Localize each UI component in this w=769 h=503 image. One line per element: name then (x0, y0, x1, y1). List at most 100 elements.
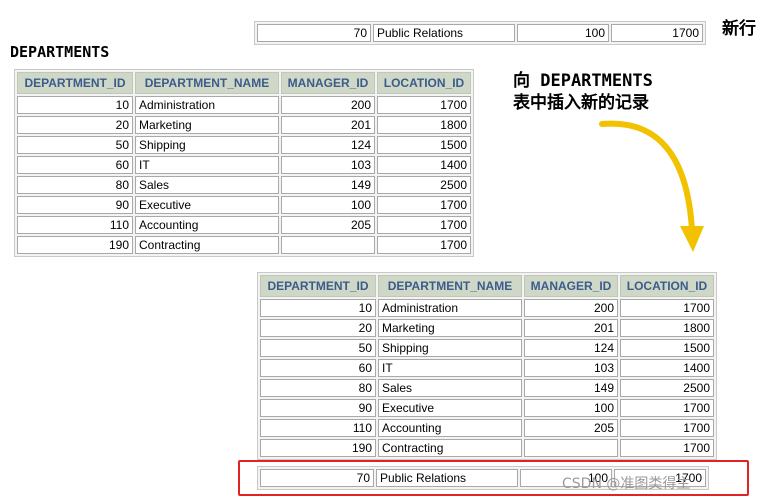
table-row: 20 Marketing 201 1800 (17, 116, 471, 134)
table-row: 190 Contracting 1700 (17, 236, 471, 254)
header-location-id: LOCATION_ID (620, 275, 714, 297)
header-manager-id: MANAGER_ID (281, 72, 375, 94)
cell-department-name: Sales (135, 176, 279, 194)
cell-department-id: 60 (260, 359, 376, 377)
cell-department-name: Contracting (378, 439, 522, 457)
cell-manager-id (281, 236, 375, 254)
cell-department-name: Administration (378, 299, 522, 317)
new-row-top: 70 Public Relations 100 1700 (254, 21, 706, 45)
cell-location-id: 1700 (620, 419, 714, 437)
cell-department-name: Accounting (378, 419, 522, 437)
cell-manager-id: 200 (281, 96, 375, 114)
departments-table-before: DEPARTMENT_ID DEPARTMENT_NAME MANAGER_ID… (14, 69, 474, 257)
table-row: 80 Sales 149 2500 (260, 379, 714, 397)
cell-department-id: 10 (260, 299, 376, 317)
cell-manager-id: 124 (524, 339, 618, 357)
cell-department-name: Executive (378, 399, 522, 417)
cell-department-id: 20 (260, 319, 376, 337)
cell-manager-id: 149 (281, 176, 375, 194)
cell-department-id: 60 (17, 156, 133, 174)
cell-location-id: 1800 (620, 319, 714, 337)
header-row: DEPARTMENT_ID DEPARTMENT_NAME MANAGER_ID… (17, 72, 471, 94)
header-row: DEPARTMENT_ID DEPARTMENT_NAME MANAGER_ID… (260, 275, 714, 297)
insert-note: 向 DEPARTMENTS 表中插入新的记录 (513, 70, 653, 114)
cell-department-name: Contracting (135, 236, 279, 254)
cell-department-id: 90 (17, 196, 133, 214)
cell-location-id: 1700 (377, 96, 471, 114)
cell-manager-id: 100 (281, 196, 375, 214)
cell-manager-id (524, 439, 618, 457)
cell-manager-id: 103 (524, 359, 618, 377)
cell-department-name: Sales (378, 379, 522, 397)
cell-department-id: 110 (17, 216, 133, 234)
table-title: DEPARTMENTS (10, 43, 110, 61)
watermark: CSDN @准图类得主 (562, 476, 691, 492)
cell-department-id: 10 (17, 96, 133, 114)
cell-manager-id: 201 (524, 319, 618, 337)
cell-department-id: 80 (260, 379, 376, 397)
table-row: 20 Marketing 201 1800 (260, 319, 714, 337)
table-row: 10 Administration 200 1700 (260, 299, 714, 317)
table-row: 80 Sales 149 2500 (17, 176, 471, 194)
departments-table-after: DEPARTMENT_ID DEPARTMENT_NAME MANAGER_ID… (257, 272, 717, 460)
cell-location-id: 1800 (377, 116, 471, 134)
cell-location-id: 1700 (620, 399, 714, 417)
insert-note-line1: 向 DEPARTMENTS (513, 71, 653, 91)
cell-location-id: 1400 (620, 359, 714, 377)
table-row: 10 Administration 200 1700 (17, 96, 471, 114)
cell-location-id: 1700 (620, 439, 714, 457)
cell-location-id: 1500 (377, 136, 471, 154)
cell-manager-id: 149 (524, 379, 618, 397)
cell-department-id: 190 (17, 236, 133, 254)
header-manager-id: MANAGER_ID (524, 275, 618, 297)
cell-department-id: 110 (260, 419, 376, 437)
header-department-id: DEPARTMENT_ID (17, 72, 133, 94)
cell-location-id: 1700 (620, 299, 714, 317)
table-row: 90 Executive 100 1700 (260, 399, 714, 417)
header-department-id: DEPARTMENT_ID (260, 275, 376, 297)
cell-manager-id: 201 (281, 116, 375, 134)
table-row: 110 Accounting 205 1700 (17, 216, 471, 234)
cell-department-name: Marketing (378, 319, 522, 337)
cell-department-name: Executive (135, 196, 279, 214)
cell-department-name: IT (135, 156, 279, 174)
cell-location-id: 2500 (620, 379, 714, 397)
table-row: 50 Shipping 124 1500 (260, 339, 714, 357)
table-row: 60 IT 103 1400 (17, 156, 471, 174)
cell-location-id: 1700 (377, 216, 471, 234)
table-row: 90 Executive 100 1700 (17, 196, 471, 214)
curved-arrow-icon (599, 120, 704, 252)
cell-manager-id: 124 (281, 136, 375, 154)
table-row: 50 Shipping 124 1500 (17, 136, 471, 154)
cell-department-name: Shipping (378, 339, 522, 357)
cell-department-id: 50 (260, 339, 376, 357)
insert-note-line2: 表中插入新的记录 (513, 93, 649, 113)
header-department-name: DEPARTMENT_NAME (378, 275, 522, 297)
new-row-label: 新行 (722, 19, 756, 39)
cell-department-name: Accounting (135, 216, 279, 234)
cell-department-id: 50 (17, 136, 133, 154)
table-row: 60 IT 103 1400 (260, 359, 714, 377)
departments-table: DEPARTMENT_ID DEPARTMENT_NAME MANAGER_ID… (14, 69, 474, 257)
cell-manager-id: 100 (517, 24, 609, 42)
cell-location-id: 1700 (611, 24, 703, 42)
cell-manager-id: 205 (524, 419, 618, 437)
cell-manager-id: 200 (524, 299, 618, 317)
cell-department-id: 190 (260, 439, 376, 457)
table-row: 190 Contracting 1700 (260, 439, 714, 457)
cell-location-id: 1400 (377, 156, 471, 174)
cell-location-id: 2500 (377, 176, 471, 194)
table-row: 70 Public Relations 100 1700 (257, 24, 703, 42)
new-row-table: 70 Public Relations 100 1700 (254, 21, 706, 45)
cell-department-id: 80 (17, 176, 133, 194)
cell-department-name: Shipping (135, 136, 279, 154)
header-department-name: DEPARTMENT_NAME (135, 72, 279, 94)
cell-manager-id: 205 (281, 216, 375, 234)
cell-location-id: 1700 (377, 196, 471, 214)
cell-department-id: 20 (17, 116, 133, 134)
cell-department-name: IT (378, 359, 522, 377)
cell-department-name: Marketing (135, 116, 279, 134)
cell-department-name: Public Relations (373, 24, 515, 42)
cell-manager-id: 103 (281, 156, 375, 174)
cell-department-name: Administration (135, 96, 279, 114)
